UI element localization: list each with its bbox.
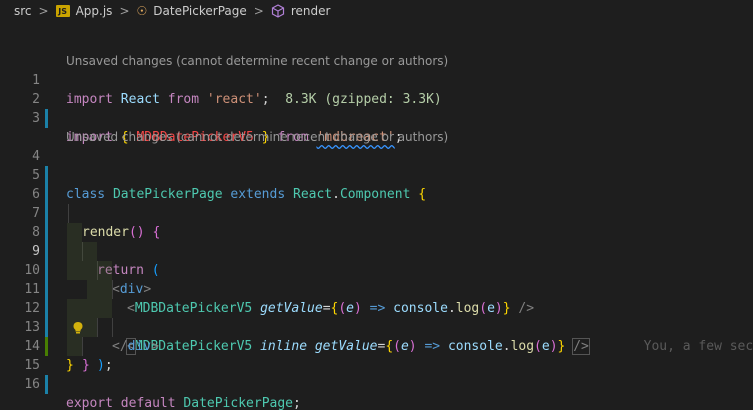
breadcrumb-label-datepickerpage: DatePickerPage <box>153 4 247 18</box>
identifier-datepickerpage: DatePickerPage <box>183 396 293 410</box>
code-line-16[interactable]: 16 <box>0 356 753 392</box>
code-line-2[interactable]: 2 import { MDBDatePickerV5 } from 'mdbre… <box>0 71 753 145</box>
breadcrumb-label-render: render <box>290 4 331 18</box>
breadcrumb-label-src: src <box>14 4 32 18</box>
code-content: export default DatePickerPage; <box>66 394 301 410</box>
breadcrumb-item-src[interactable]: src <box>14 4 32 18</box>
breadcrumb: src > JS App.js > ☉ DatePickerPage > ren… <box>0 0 753 22</box>
keyword-export: export <box>66 396 113 410</box>
modified-line-indicator[interactable] <box>45 375 48 394</box>
code-line-1[interactable]: 1 import React from 'react'; 8.3K (gzipp… <box>0 52 753 107</box>
breadcrumb-label-app-js: App.js <box>75 4 113 18</box>
codelens-line: Unsaved changes (cannot determine recent… <box>0 109 753 144</box>
code-line-6[interactable]: 6 return ( <box>0 166 753 278</box>
breadcrumb-separator: > <box>253 4 264 18</box>
line-number: 16 <box>24 377 40 392</box>
component-icon: ☉ <box>136 4 148 18</box>
breadcrumb-separator: > <box>119 4 130 18</box>
keyword-default: default <box>120 396 176 410</box>
code-line-14[interactable]: 14 <box>0 318 753 354</box>
code-line-8[interactable]: 8 <MDBDatePickerV5 getValue={(e) => cons… <box>0 204 753 316</box>
breadcrumb-item-render[interactable]: render <box>271 4 331 18</box>
semicolon: ; <box>293 396 301 410</box>
breadcrumb-item-datepickerpage[interactable]: ☉ DatePickerPage <box>137 4 247 18</box>
codelens-line: Unsaved changes (cannot determine recent… <box>0 33 753 68</box>
breadcrumb-separator: > <box>38 4 49 18</box>
code-line-12[interactable]: 12 } <box>0 280 753 373</box>
code-line-4[interactable]: 4 class DatePickerPage extends React.Com… <box>0 128 753 202</box>
code-line-15[interactable]: 15 export default DatePickerPage; <box>0 337 753 410</box>
method-cube-icon <box>271 4 285 18</box>
code-line-7[interactable]: 7 <div> <box>0 185 753 297</box>
code-line-3[interactable]: 3 <box>0 90 753 126</box>
code-line-10[interactable]: 10 </div> <box>0 242 753 354</box>
breadcrumb-item-app-js[interactable]: JS App.js <box>55 4 113 18</box>
code-line-9[interactable]: 9 <MDBDatePickerV5 inline getValue={(e) … <box>0 223 753 355</box>
code-line-13[interactable]: 13 } <box>0 299 753 373</box>
code-line-5[interactable]: 5 render() { <box>0 147 753 240</box>
js-file-icon: JS <box>55 5 70 17</box>
code-line-11[interactable]: 11 ); <box>0 261 753 373</box>
code-editor[interactable]: Unsaved changes (cannot determine recent… <box>0 33 753 410</box>
